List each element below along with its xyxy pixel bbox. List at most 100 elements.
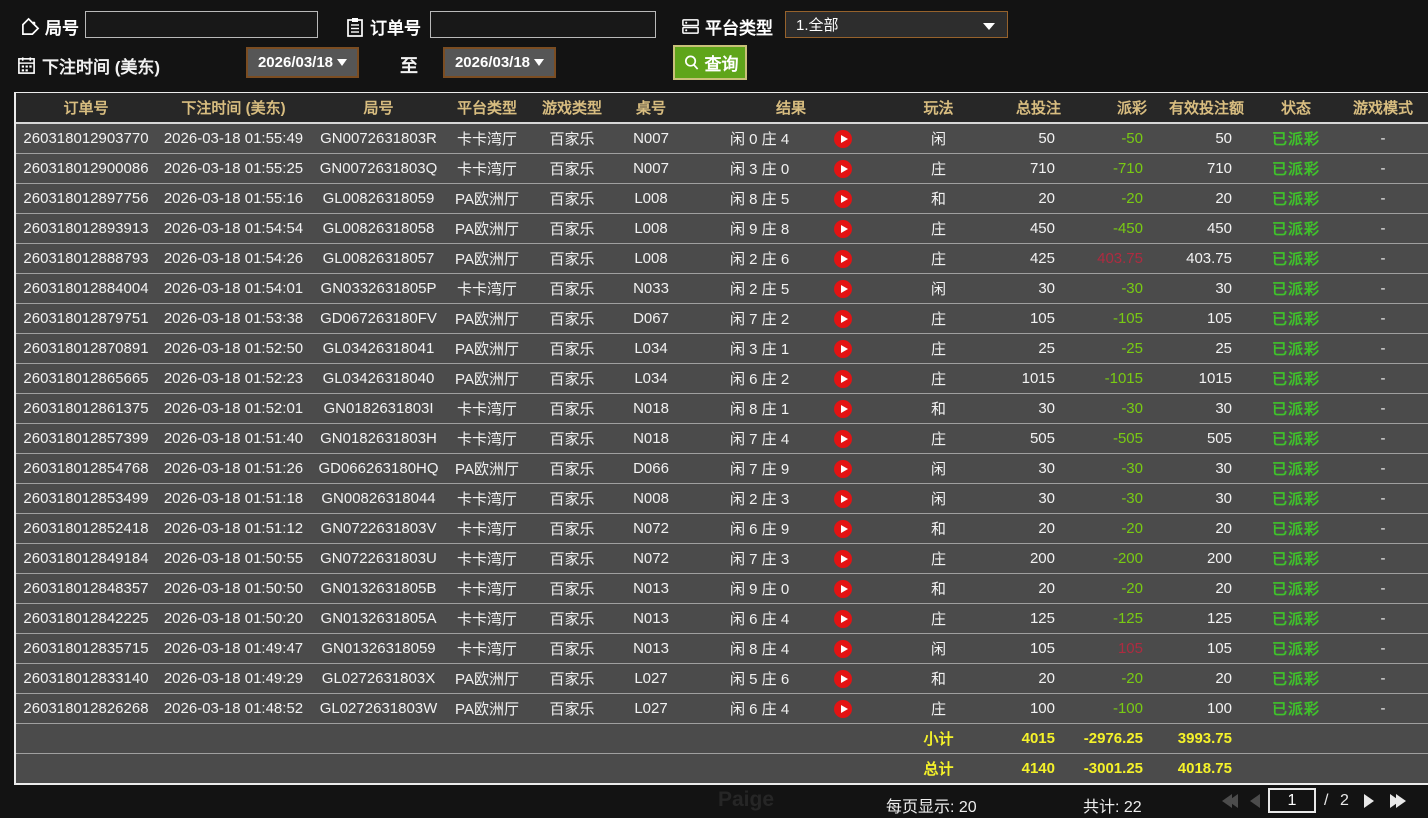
- cell-status: 已派彩: [1271, 610, 1320, 628]
- cell-order: [16, 753, 156, 783]
- cell-play: 闲: [930, 460, 946, 478]
- column-header-platform: 平台类型: [446, 93, 528, 124]
- platform-type-select[interactable]: 1.全部: [785, 11, 1008, 38]
- column-header-time: 下注时间 (美东): [156, 93, 311, 124]
- date-to-value: 2026/03/18: [454, 54, 531, 71]
- prev-page-button[interactable]: [1250, 794, 1260, 808]
- cell-payout: -20: [1121, 579, 1143, 597]
- cell-valid: 1015: [1198, 369, 1232, 387]
- date-to-picker[interactable]: 2026/03/18: [443, 47, 556, 78]
- cell-round: GL00826318059: [322, 189, 435, 207]
- cell-play: 庄: [930, 250, 946, 268]
- replay-play-icon[interactable]: [834, 279, 852, 298]
- cell-play: 庄: [930, 340, 946, 358]
- column-header-status: 状态: [1256, 93, 1336, 124]
- replay-play-icon[interactable]: [834, 519, 852, 538]
- cell-round: GL03426318041: [322, 339, 435, 357]
- replay-play-icon[interactable]: [834, 399, 852, 418]
- replay-play-icon[interactable]: [834, 579, 852, 598]
- cell-game: 百家乐: [549, 670, 595, 688]
- result-text: 闲 0 庄 4: [730, 130, 790, 148]
- cell-time: 2026-03-18 01:51:18: [163, 489, 304, 507]
- cell-result: 闲 6 庄 9: [686, 513, 896, 543]
- result-text: 闲 8 庄 1: [730, 400, 790, 418]
- cell-platform: 卡卡湾厅: [456, 160, 517, 178]
- replay-play-icon[interactable]: [834, 249, 852, 268]
- cell-platform: PA欧洲厅: [455, 670, 519, 688]
- order-number-label: 订单号: [370, 19, 421, 38]
- platform-type-label: 平台类型: [705, 19, 773, 38]
- first-page-button[interactable]: [1222, 794, 1238, 808]
- next-page-button[interactable]: [1364, 794, 1374, 808]
- replay-play-icon[interactable]: [834, 369, 852, 388]
- cell-play: 庄: [930, 310, 946, 328]
- cell-mode: -: [1380, 699, 1386, 717]
- platform-type-value: 1.全部: [796, 17, 839, 34]
- cell-mode: -: [1380, 279, 1386, 297]
- replay-play-icon[interactable]: [834, 429, 852, 448]
- cell-time: 2026-03-18 01:54:54: [163, 219, 304, 237]
- cell-valid: 30: [1215, 279, 1232, 297]
- cell-status: 已派彩: [1271, 640, 1320, 658]
- cell-total: 100: [1029, 699, 1055, 717]
- date-from-picker[interactable]: 2026/03/18: [246, 47, 359, 78]
- replay-play-icon[interactable]: [834, 549, 852, 568]
- cell-order: 260318012853499: [23, 489, 149, 507]
- replay-play-icon[interactable]: [834, 309, 852, 328]
- cell-round: GN0332631805P: [320, 279, 437, 297]
- cell-platform: 卡卡湾厅: [456, 550, 517, 568]
- replay-play-icon[interactable]: [834, 189, 852, 208]
- cell-time: 2026-03-18 01:51:12: [163, 519, 304, 537]
- column-header-mode: 游戏模式: [1336, 93, 1428, 124]
- cell-game: 百家乐: [549, 460, 595, 478]
- cell-payout: -30: [1121, 489, 1143, 507]
- cell-valid: 25: [1215, 339, 1232, 357]
- replay-play-icon[interactable]: [834, 159, 852, 178]
- cell-round: GN0182631803I: [323, 399, 434, 417]
- cell-round: GN00826318044: [321, 489, 436, 507]
- page-number-input[interactable]: [1268, 788, 1316, 813]
- cell-game: 百家乐: [549, 610, 595, 628]
- cell-payout: -20: [1121, 189, 1143, 207]
- replay-play-icon[interactable]: [834, 489, 852, 508]
- table-row: 260318012854768 2026-03-18 01:51:26 GD0662…: [16, 453, 1428, 483]
- cell-table: N007: [633, 159, 669, 177]
- bet-time-label-wrap: 下注时间 (美东): [16, 53, 160, 78]
- cell-table: L008: [634, 219, 668, 237]
- round-number-input[interactable]: [85, 11, 318, 38]
- order-number-input[interactable]: [430, 11, 656, 38]
- clipboard-icon: [345, 17, 365, 37]
- cell-result: 闲 3 庄 1: [686, 333, 896, 363]
- column-header-order: 订单号: [16, 93, 156, 124]
- cell-status: 已派彩: [1271, 550, 1320, 568]
- cell-order: 260318012848357: [23, 579, 149, 597]
- cell-status: 已派彩: [1271, 490, 1320, 508]
- replay-play-icon[interactable]: [834, 609, 852, 628]
- cell-payout: -710: [1112, 159, 1143, 177]
- cell-order: [16, 723, 156, 753]
- cell-table: N033: [633, 279, 669, 297]
- last-page-button[interactable]: [1390, 794, 1406, 808]
- result-text: 闲 6 庄 9: [730, 520, 790, 538]
- replay-play-icon[interactable]: [834, 669, 852, 688]
- cell-round: [311, 753, 446, 783]
- cell-table: D067: [633, 309, 669, 327]
- replay-play-icon[interactable]: [834, 459, 852, 478]
- cell-round: GN0722631803V: [320, 519, 437, 537]
- cell-time: 2026-03-18 01:51:40: [163, 429, 304, 447]
- search-button[interactable]: 查询: [673, 45, 747, 80]
- replay-play-icon[interactable]: [834, 639, 852, 658]
- table-row: 260318012849184 2026-03-18 01:50:55 GN0722…: [16, 543, 1428, 573]
- replay-play-icon[interactable]: [834, 339, 852, 358]
- table-row: 260318012833140 2026-03-18 01:49:29 GL0272…: [16, 663, 1428, 693]
- cell-total: 105: [1029, 309, 1055, 327]
- total-count-label: 共计: 22: [1083, 799, 1142, 816]
- chevron-down-icon: [337, 59, 348, 66]
- replay-play-icon[interactable]: [834, 699, 852, 718]
- replay-play-icon[interactable]: [834, 130, 852, 148]
- cell-round: GN0182631803H: [320, 429, 437, 447]
- table-row: 260318012842225 2026-03-18 01:50:20 GN0132…: [16, 603, 1428, 633]
- cell-status: 已派彩: [1271, 220, 1320, 238]
- cell-play: 庄: [930, 700, 946, 718]
- replay-play-icon[interactable]: [834, 219, 852, 238]
